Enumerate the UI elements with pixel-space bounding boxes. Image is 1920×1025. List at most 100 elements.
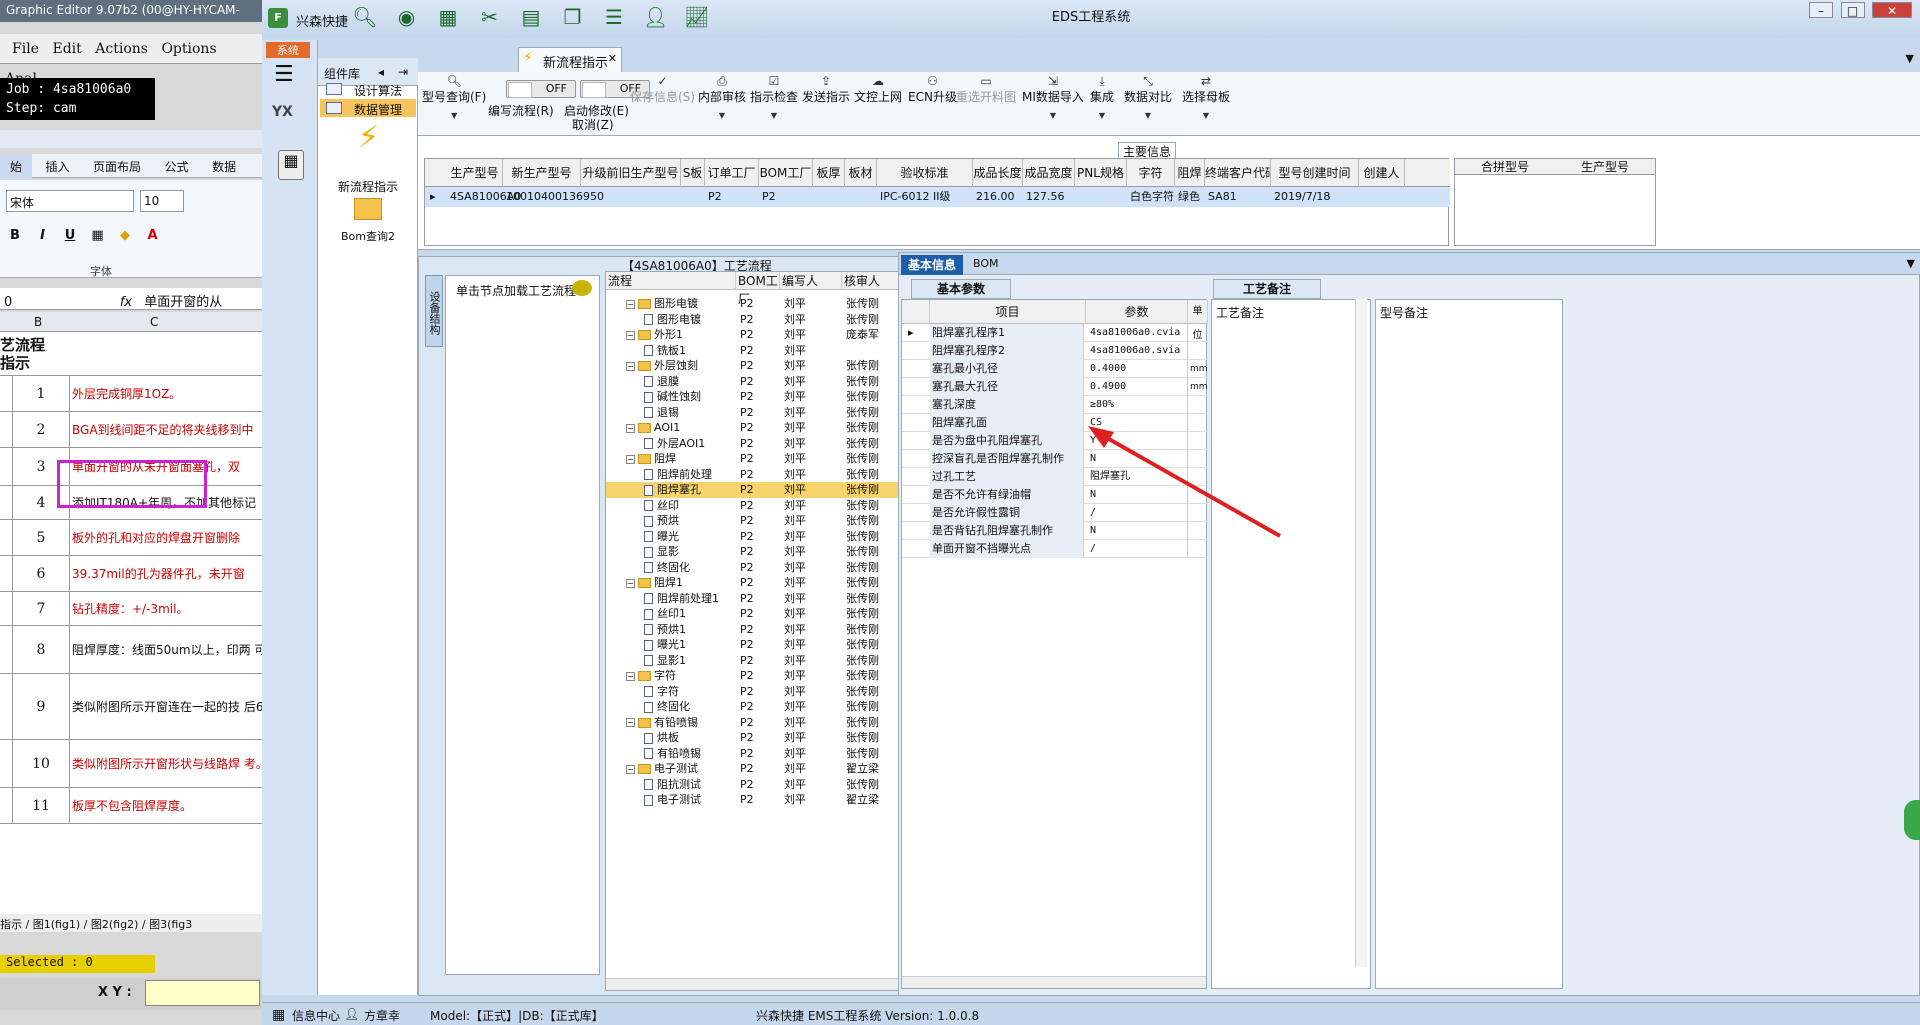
bg-sheet-row[interactable]: 6 39.37mil的孔为器件孔，未开窗 — [0, 556, 262, 592]
collapse-icon[interactable]: − — [626, 330, 635, 340]
main-info-col[interactable]: 终端客户代码 — [1205, 159, 1271, 187]
new-flow-item[interactable]: 新流程指示 — [318, 178, 418, 195]
collapse-icon[interactable]: − — [626, 361, 635, 371]
cancel-button[interactable]: 取消(Z) — [572, 116, 614, 133]
param-row[interactable]: 是否允许假性露铜 / — [902, 504, 1208, 522]
chevron-down-icon[interactable]: ▼ — [1907, 257, 1915, 270]
bg-font-size-select[interactable]: 10 — [140, 190, 184, 212]
bg-font-name-select[interactable]: 宋体 — [6, 190, 134, 212]
tree-row[interactable]: 图形电镀P2刘平张传刚已上网 — [606, 312, 939, 328]
bg-sheet-row[interactable]: 11 板厚不包含阻焊厚度。 — [0, 788, 262, 824]
tree-row[interactable]: 铣板1P2刘平已编写 — [606, 343, 939, 359]
fill-color-icon[interactable]: ◆ — [116, 228, 134, 246]
tree-row[interactable]: 字符P2刘平张传刚已上网 — [606, 684, 939, 700]
tree-node[interactable]: 有铅喷锡 — [644, 746, 701, 761]
collapse-icon[interactable]: − — [626, 578, 635, 588]
minimize-button[interactable]: – — [1809, 2, 1833, 18]
tree-row[interactable]: 丝印P2刘平张传刚已上网 — [606, 498, 939, 514]
tab-new-flow[interactable]: ⚡ 新流程指示 ✕ — [518, 47, 622, 72]
doc-upload-button[interactable]: ☁ 文控上网 — [854, 74, 902, 105]
tree-node[interactable]: 退膜 — [644, 374, 679, 389]
tree-row[interactable]: −阻焊P2刘平张传刚已上网 — [606, 451, 939, 467]
param-value[interactable]: 0.4900 — [1088, 378, 1188, 396]
info-center[interactable]: 信息中心 — [292, 1007, 340, 1024]
tree-node[interactable]: 预烘1 — [644, 622, 686, 637]
param-value[interactable]: 4sa81006a0.svia — [1088, 342, 1188, 360]
bg-sheet-row[interactable]: 10类似附图所示开窗形状与线路焊 考。若此板已经更改，则忽略此 — [0, 740, 262, 788]
reselect-image-button[interactable]: ▭ 重选开料图 — [956, 74, 1016, 105]
bg-ribbon-tab-layout[interactable]: 页面布局 — [83, 154, 151, 179]
col-param[interactable]: 参数 — [1086, 300, 1188, 324]
tree-node[interactable]: 曝光 — [644, 529, 679, 544]
internal-review-button[interactable]: ⎙ 内部审核 ▼ — [698, 74, 746, 125]
table-row[interactable]: ▸ 4SA81006A0 10010400136950 P2 P2 IPC-6012 II… — [425, 187, 1450, 207]
col-unit[interactable]: 单位 — [1188, 300, 1208, 341]
lightning-icon[interactable]: ⚡ — [358, 120, 379, 155]
bg-ribbon-tab-home[interactable]: 始 — [0, 154, 33, 179]
tree-row[interactable]: 曝光P2刘平张传刚已上网 — [606, 529, 939, 545]
tree-node[interactable]: 显影1 — [644, 653, 686, 668]
tree-node[interactable]: − 字符 — [626, 668, 676, 683]
tree-horizontal-scrollbar[interactable] — [606, 978, 939, 990]
col-reviewer[interactable]: 核审人 — [842, 272, 904, 290]
collapse-icon[interactable]: − — [626, 454, 635, 464]
tree-node[interactable]: − 图形电镀 — [626, 296, 698, 311]
bg-sheet-row[interactable]: 1 外层完成铜厚1OZ。 — [0, 376, 262, 412]
tree-row[interactable]: −外形1P2刘平庞泰军已上网 — [606, 327, 939, 343]
save-info-button[interactable]: ✓ 保存信息(S) — [630, 74, 695, 105]
bg-sheet-tabs[interactable]: 指示 / 图1(fig1) / 图2(fig2) / 图3(fig3 — [0, 914, 262, 932]
main-info-col[interactable]: PNL规格 — [1075, 159, 1127, 187]
tree-node[interactable]: − 外形1 — [626, 327, 683, 342]
tree-node[interactable]: 字符 — [644, 684, 679, 699]
tree-row[interactable]: −AOI1P2刘平张传刚已上网 — [606, 420, 939, 436]
user-icon[interactable]: 👤︎ — [643, 4, 669, 30]
main-info-col[interactable]: 板材 — [845, 159, 877, 187]
param-value[interactable]: N — [1088, 486, 1188, 504]
underline-icon[interactable]: U — [61, 228, 79, 246]
col-flow[interactable]: 流程 — [606, 272, 736, 290]
complib-item-design-algorithm[interactable]: 设计算法 — [320, 80, 416, 98]
bg-xy-input[interactable] — [145, 980, 260, 1006]
bg-sheet-row[interactable]: 7 钻孔精度：+/-3mil。 — [0, 592, 262, 626]
tree-row[interactable]: 丝印1P2刘平张传刚已上网 — [606, 606, 939, 622]
collapse-icon[interactable]: − — [626, 423, 635, 433]
bg-ribbon-tab-data[interactable]: 数据 — [202, 154, 246, 179]
bg-sheet-row[interactable]: 2 BGA到线间距不足的将夹线移到中 — [0, 412, 262, 448]
main-info-col[interactable]: BOM工厂 — [759, 159, 813, 187]
chart-icon[interactable]: 📈︎ — [684, 4, 710, 30]
send-instruction-button[interactable]: ⇪ 发送指示 — [802, 74, 850, 105]
device-structure-tab[interactable]: 设备结构 — [425, 275, 443, 347]
tree-row[interactable]: −阻焊1P2刘平张传刚已上网 — [606, 575, 939, 591]
grid-icon[interactable]: ▦ — [435, 4, 461, 30]
bg-menu-options[interactable]: Options — [156, 34, 221, 64]
copy-icon[interactable]: ❐ — [560, 4, 586, 30]
main-info-col[interactable]: 字符 — [1127, 159, 1175, 187]
tree-node[interactable]: − AOI1 — [626, 420, 680, 435]
tree-row[interactable]: 终固化P2刘平张传刚已上网 — [606, 699, 939, 715]
param-row[interactable]: 控深盲孔是否阻焊塞孔制作 N — [902, 450, 1208, 468]
tab-basic-info[interactable]: 基本信息 — [901, 255, 963, 275]
param-row[interactable]: 单面开窗不挡曝光点 / — [902, 540, 1208, 558]
param-row[interactable]: 塞孔最小孔径 0.4000 mm — [902, 360, 1208, 378]
target-icon[interactable]: ◉ — [394, 4, 420, 30]
bg-menu-file[interactable]: File — [0, 34, 44, 64]
tree-row[interactable]: 终固化P2刘平张传刚已上网 — [606, 560, 939, 576]
tree-node[interactable]: 预烘 — [644, 513, 679, 528]
main-info-col[interactable]: 板厚 — [813, 159, 845, 187]
list-icon[interactable]: ☰ — [601, 4, 627, 30]
main-info-col[interactable]: 创建人 — [1359, 159, 1405, 187]
main-info-col[interactable]: 成品宽度 — [1023, 159, 1075, 187]
main-info-col[interactable]: 验收标准 — [877, 159, 973, 187]
main-info-col[interactable]: 成品长度 — [973, 159, 1023, 187]
yx-logo-icon[interactable]: YX — [272, 104, 308, 140]
param-value[interactable]: / — [1088, 504, 1188, 522]
tree-row[interactable]: −字符P2刘平张传刚已上网 — [606, 668, 939, 684]
layers-icon[interactable]: ▤ — [518, 4, 544, 30]
param-row[interactable]: 塞孔最大孔径 0.4900 mm — [902, 378, 1208, 396]
close-button[interactable]: ✕ — [1872, 2, 1912, 18]
check-instruction-button[interactable]: ☑ 指示检查 ▼ — [750, 74, 798, 125]
param-value[interactable]: Y — [1088, 432, 1188, 450]
maximize-button[interactable]: □ — [1840, 2, 1865, 18]
tree-node[interactable]: − 阻焊1 — [626, 575, 683, 590]
tree-node[interactable]: 退锡 — [644, 405, 679, 420]
